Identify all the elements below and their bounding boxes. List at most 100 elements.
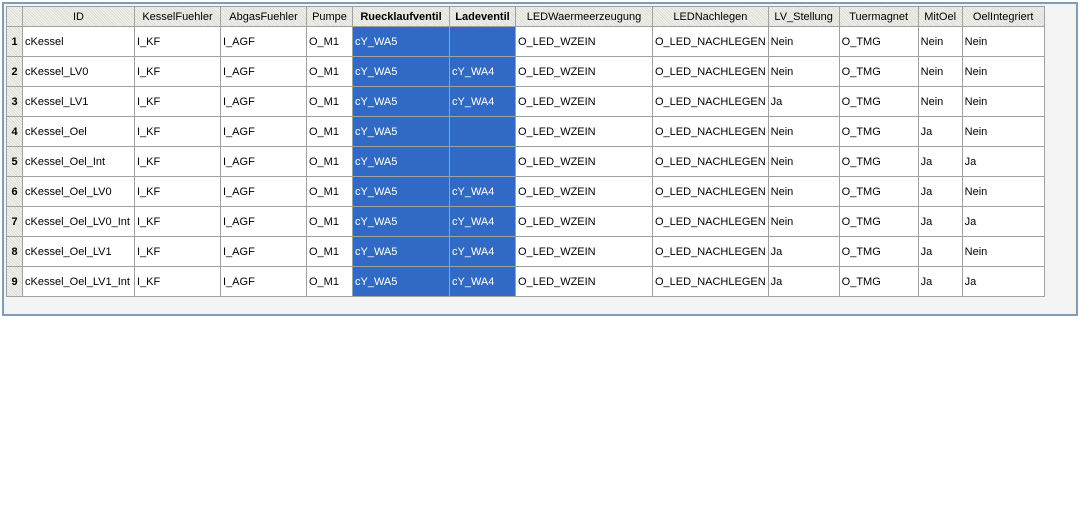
cell-ruecklaufventil[interactable]: cY_WA5 — [352, 206, 450, 237]
cell-pumpe[interactable]: O_M1 — [306, 26, 353, 57]
cell-ruecklaufventil[interactable]: cY_WA5 — [352, 26, 450, 57]
col-header-mitoel[interactable]: MitOel — [917, 6, 963, 27]
cell-kesselfuehler[interactable]: I_KF — [134, 56, 221, 87]
cell-ruecklaufventil[interactable]: cY_WA5 — [352, 266, 450, 297]
cell-kesselfuehler[interactable]: I_KF — [134, 206, 221, 237]
cell-mitoel[interactable]: Ja — [917, 116, 963, 147]
cell-id[interactable]: cKessel — [22, 26, 135, 57]
cell-ladeventil[interactable]: cY_WA4 — [449, 176, 516, 207]
cell-kesselfuehler[interactable]: I_KF — [134, 266, 221, 297]
col-header-id[interactable]: ID — [22, 6, 135, 27]
table-row[interactable]: 8 cKessel_Oel_LV1 I_KF I_AGF O_M1 cY_WA5 cY_WA… — [6, 236, 1045, 267]
cell-oelintegriert[interactable]: Nein — [961, 56, 1045, 87]
col-header-lednachlegen[interactable]: LEDNachlegen — [652, 6, 769, 27]
cell-ledwaermeerzeugung[interactable]: O_LED_WZEIN — [515, 266, 653, 297]
cell-ledwaermeerzeugung[interactable]: O_LED_WZEIN — [515, 116, 653, 147]
cell-mitoel[interactable]: Nein — [917, 56, 963, 87]
cell-ladeventil[interactable] — [449, 26, 516, 57]
cell-tuermagnet[interactable]: O_TMG — [838, 86, 919, 117]
cell-pumpe[interactable]: O_M1 — [306, 266, 353, 297]
cell-abgasfuehler[interactable]: I_AGF — [220, 236, 307, 267]
cell-ladeventil[interactable] — [449, 146, 516, 177]
table-row[interactable]: 4 cKessel_Oel I_KF I_AGF O_M1 cY_WA5 O_LED_WZE… — [6, 116, 1045, 147]
cell-ledwaermeerzeugung[interactable]: O_LED_WZEIN — [515, 146, 653, 177]
row-header[interactable]: 8 — [6, 236, 23, 267]
cell-kesselfuehler[interactable]: I_KF — [134, 176, 221, 207]
cell-tuermagnet[interactable]: O_TMG — [838, 146, 919, 177]
cell-pumpe[interactable]: O_M1 — [306, 176, 353, 207]
cell-ruecklaufventil[interactable]: cY_WA5 — [352, 146, 450, 177]
cell-id[interactable]: cKessel_Oel_LV0_Int — [22, 206, 135, 237]
cell-abgasfuehler[interactable]: I_AGF — [220, 116, 307, 147]
col-header-tuermagnet[interactable]: Tuermagnet — [838, 6, 919, 27]
cell-id[interactable]: cKessel_Oel_Int — [22, 146, 135, 177]
cell-lednachlegen[interactable]: O_LED_NACHLEGEN — [652, 86, 769, 117]
cell-oelintegriert[interactable]: Ja — [961, 146, 1045, 177]
cell-mitoel[interactable]: Nein — [917, 86, 963, 117]
cell-ruecklaufventil[interactable]: cY_WA5 — [352, 56, 450, 87]
table-row[interactable]: 3 cKessel_LV1 I_KF I_AGF O_M1 cY_WA5 cY_WA4 O_L… — [6, 86, 1045, 117]
cell-id[interactable]: cKessel_Oel — [22, 116, 135, 147]
row-header[interactable]: 2 — [6, 56, 23, 87]
cell-oelintegriert[interactable]: Nein — [961, 116, 1045, 147]
cell-ledwaermeerzeugung[interactable]: O_LED_WZEIN — [515, 26, 653, 57]
cell-id[interactable]: cKessel_Oel_LV1_Int — [22, 266, 135, 297]
col-header-ruecklaufventil[interactable]: Ruecklaufventil — [352, 6, 450, 27]
cell-pumpe[interactable]: O_M1 — [306, 206, 353, 237]
cell-lednachlegen[interactable]: O_LED_NACHLEGEN — [652, 236, 769, 267]
cell-oelintegriert[interactable]: Ja — [961, 266, 1045, 297]
cell-id[interactable]: cKessel_Oel_LV0 — [22, 176, 135, 207]
col-header-kesselfuehler[interactable]: KesselFuehler — [134, 6, 221, 27]
cell-lednachlegen[interactable]: O_LED_NACHLEGEN — [652, 176, 769, 207]
cell-lednachlegen[interactable]: O_LED_NACHLEGEN — [652, 116, 769, 147]
cell-tuermagnet[interactable]: O_TMG — [838, 266, 919, 297]
cell-ruecklaufventil[interactable]: cY_WA5 — [352, 236, 450, 267]
cell-abgasfuehler[interactable]: I_AGF — [220, 266, 307, 297]
cell-lv-stellung[interactable]: Nein — [767, 56, 840, 87]
cell-tuermagnet[interactable]: O_TMG — [838, 56, 919, 87]
cell-mitoel[interactable]: Ja — [917, 146, 963, 177]
cell-ladeventil[interactable]: cY_WA4 — [449, 56, 516, 87]
cell-kesselfuehler[interactable]: I_KF — [134, 236, 221, 267]
cell-tuermagnet[interactable]: O_TMG — [838, 116, 919, 147]
cell-abgasfuehler[interactable]: I_AGF — [220, 206, 307, 237]
cell-ladeventil[interactable]: cY_WA4 — [449, 266, 516, 297]
row-header[interactable]: 7 — [6, 206, 23, 237]
cell-ladeventil[interactable]: cY_WA4 — [449, 86, 516, 117]
cell-pumpe[interactable]: O_M1 — [306, 116, 353, 147]
cell-abgasfuehler[interactable]: I_AGF — [220, 146, 307, 177]
cell-ledwaermeerzeugung[interactable]: O_LED_WZEIN — [515, 56, 653, 87]
cell-kesselfuehler[interactable]: I_KF — [134, 86, 221, 117]
cell-id[interactable]: cKessel_Oel_LV1 — [22, 236, 135, 267]
cell-abgasfuehler[interactable]: I_AGF — [220, 176, 307, 207]
cell-pumpe[interactable]: O_M1 — [306, 146, 353, 177]
cell-lednachlegen[interactable]: O_LED_NACHLEGEN — [652, 26, 769, 57]
table-row[interactable]: 9 cKessel_Oel_LV1_Int I_KF I_AGF O_M1 cY_WA5 c… — [6, 266, 1045, 297]
cell-ledwaermeerzeugung[interactable]: O_LED_WZEIN — [515, 236, 653, 267]
row-header[interactable]: 6 — [6, 176, 23, 207]
cell-lednachlegen[interactable]: O_LED_NACHLEGEN — [652, 266, 769, 297]
cell-kesselfuehler[interactable]: I_KF — [134, 116, 221, 147]
cell-lednachlegen[interactable]: O_LED_NACHLEGEN — [652, 146, 769, 177]
cell-mitoel[interactable]: Nein — [917, 26, 963, 57]
cell-id[interactable]: cKessel_LV1 — [22, 86, 135, 117]
cell-lv-stellung[interactable]: Nein — [767, 146, 840, 177]
cell-lv-stellung[interactable]: Nein — [767, 116, 840, 147]
cell-ladeventil[interactable] — [449, 116, 516, 147]
cell-abgasfuehler[interactable]: I_AGF — [220, 86, 307, 117]
cell-lednachlegen[interactable]: O_LED_NACHLEGEN — [652, 56, 769, 87]
cell-mitoel[interactable]: Ja — [917, 176, 963, 207]
table-row[interactable]: 1 cKessel I_KF I_AGF O_M1 cY_WA5 O_LED_WZEIN O_… — [6, 26, 1045, 57]
cell-mitoel[interactable]: Ja — [917, 206, 963, 237]
cell-lv-stellung[interactable]: Ja — [767, 86, 840, 117]
cell-pumpe[interactable]: O_M1 — [306, 236, 353, 267]
data-grid[interactable]: ID KesselFuehler AbgasFuehler Pumpe Ruec… — [2, 2, 1078, 316]
cell-ledwaermeerzeugung[interactable]: O_LED_WZEIN — [515, 86, 653, 117]
row-header[interactable]: 1 — [6, 26, 23, 57]
cell-tuermagnet[interactable]: O_TMG — [838, 206, 919, 237]
col-header-abgasfuehler[interactable]: AbgasFuehler — [220, 6, 307, 27]
cell-lednachlegen[interactable]: O_LED_NACHLEGEN — [652, 206, 769, 237]
cell-mitoel[interactable]: Ja — [917, 266, 963, 297]
col-header-ledwaermeerzeugung[interactable]: LEDWaermeerzeugung — [515, 6, 653, 27]
cell-id[interactable]: cKessel_LV0 — [22, 56, 135, 87]
